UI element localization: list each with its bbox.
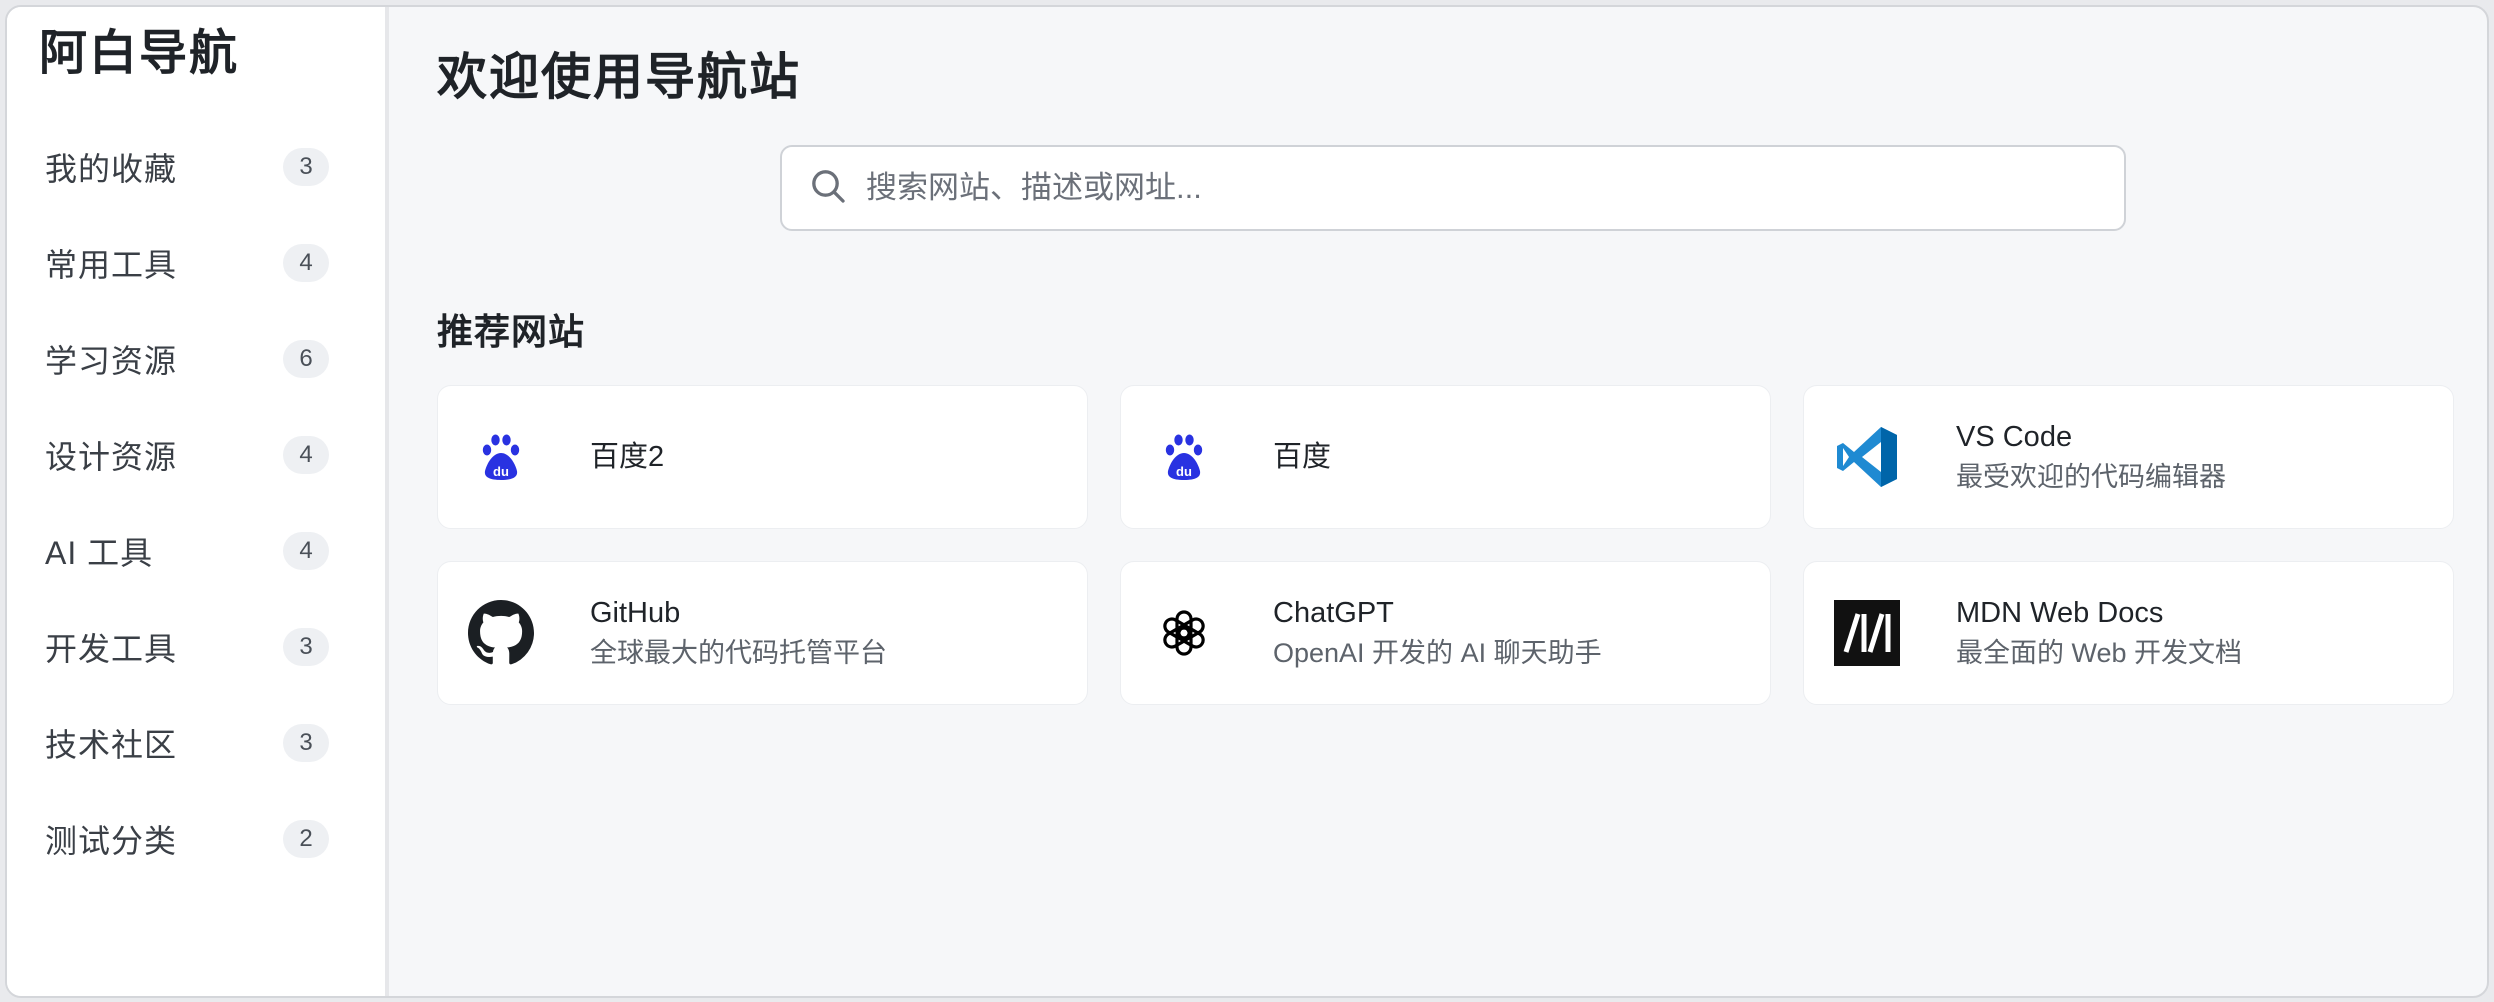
card-description: 最全面的 Web 开发文档 [1956,638,2243,668]
site-card-baidu[interactable]: du 百度 [1120,385,1771,529]
card-name: ChatGPT [1273,597,1394,629]
card-text: GitHub 全球最大的代码托管平台 [590,593,887,673]
baidu-icon: du [1151,424,1217,490]
sidebar-item-label: 学习资源 [45,343,178,379]
card-description: OpenAI 开发的 AI 聊天助手 [1273,638,1602,668]
page-title: 欢迎使用导航站 [437,49,801,105]
search-bar[interactable] [780,145,2126,231]
sidebar-item-community[interactable]: 技术社区 3 [7,695,385,791]
openai-icon [1151,600,1217,666]
search-input[interactable] [866,170,2066,206]
card-text: 百度2 [590,437,664,477]
sidebar-item-label: 测试分类 [45,823,178,859]
card-description: 最受欢迎的代码编辑器 [1956,462,2226,492]
site-card-mdn[interactable]: MDN Web Docs 最全面的 Web 开发文档 [1803,561,2454,705]
count-badge: 3 [283,724,329,762]
sidebar-item-common-tools[interactable]: 常用工具 4 [7,215,385,311]
svg-text:du: du [1176,464,1192,479]
sidebar-item-label: 我的收藏 [45,151,178,187]
card-description: 全球最大的代码托管平台 [590,638,887,668]
card-text: ChatGPT OpenAI 开发的 AI 聊天助手 [1273,593,1602,673]
card-name: 百度 [1273,441,1332,473]
count-badge: 3 [283,148,329,186]
card-name: VS Code [1956,421,2073,453]
count-badge: 3 [283,628,329,666]
search-icon [808,166,848,211]
count-badge: 4 [283,244,329,282]
sidebar-item-label: 设计资源 [45,439,178,475]
sidebar-item-label: 开发工具 [45,631,178,667]
site-grid: du 百度2 du 百度 VS Code 最受欢迎的代码编辑器 GitHub 全… [437,385,2454,705]
sidebar-item-label: 技术社区 [45,727,178,763]
section-title: 推荐网站 [437,311,586,352]
svg-text:du: du [493,464,509,479]
count-badge: 2 [283,820,329,858]
sidebar-item-label: 常用工具 [45,247,178,283]
brand-title: 阿白导航 [39,27,240,80]
category-nav: 我的收藏 3 常用工具 4 学习资源 6 设计资源 4 AI 工具 4 开发工具… [7,119,385,887]
card-text: VS Code 最受欢迎的代码编辑器 [1956,417,2226,497]
card-text: MDN Web Docs 最全面的 Web 开发文档 [1956,593,2242,673]
site-card-chatgpt[interactable]: ChatGPT OpenAI 开发的 AI 聊天助手 [1120,561,1771,705]
site-card-github[interactable]: GitHub 全球最大的代码托管平台 [437,561,1088,705]
sidebar-item-favorites[interactable]: 我的收藏 3 [7,119,385,215]
github-icon [468,600,534,666]
sidebar: 阿白导航 我的收藏 3 常用工具 4 学习资源 6 设计资源 4 AI 工具 4 [7,7,389,996]
baidu-icon: du [468,424,534,490]
card-text: 百度 [1273,437,1331,477]
site-card-baidu2[interactable]: du 百度2 [437,385,1088,529]
sidebar-item-ai-tools[interactable]: AI 工具 4 [7,503,385,599]
card-name: 百度2 [590,441,665,473]
mdn-icon [1834,600,1900,666]
sidebar-item-dev-tools[interactable]: 开发工具 3 [7,599,385,695]
count-badge: 4 [283,532,329,570]
vscode-icon [1834,424,1900,490]
sidebar-item-learning[interactable]: 学习资源 6 [7,311,385,407]
card-name: GitHub [590,597,681,629]
sidebar-item-test[interactable]: 测试分类 2 [7,791,385,887]
sidebar-item-design[interactable]: 设计资源 4 [7,407,385,503]
app-window: 阿白导航 我的收藏 3 常用工具 4 学习资源 6 设计资源 4 AI 工具 4 [5,5,2489,998]
count-badge: 4 [283,436,329,474]
site-card-vscode[interactable]: VS Code 最受欢迎的代码编辑器 [1803,385,2454,529]
count-badge: 6 [283,340,329,378]
main-content: 欢迎使用导航站 推荐网站 [389,7,2487,996]
sidebar-item-label: AI 工具 [45,535,154,571]
card-name: MDN Web Docs [1956,597,2164,629]
